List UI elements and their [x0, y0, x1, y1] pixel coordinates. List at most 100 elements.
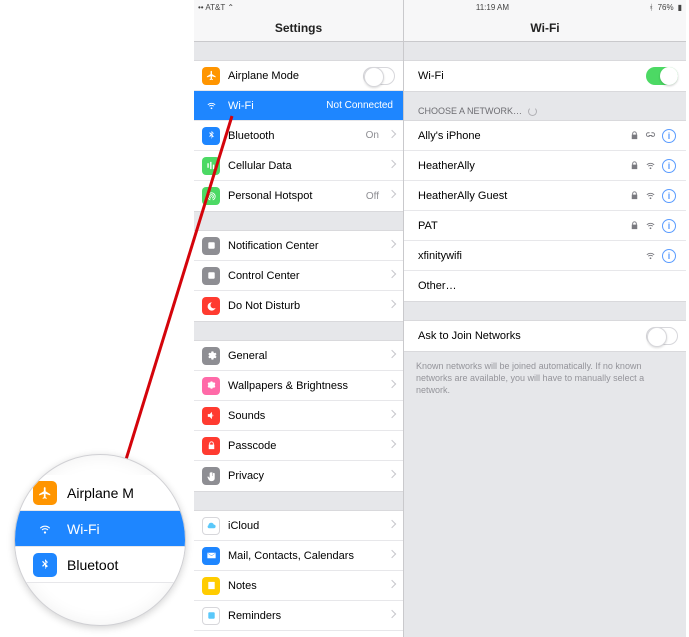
- wallpaper-icon: [202, 377, 220, 395]
- settings-row-privacy[interactable]: Privacy: [194, 461, 403, 491]
- row-label: Cellular Data: [228, 160, 381, 172]
- chevron-icon: [389, 551, 395, 561]
- choose-network-header: CHOOSE A NETWORK…: [404, 92, 686, 120]
- row-label: Mail, Contacts, Calendars: [228, 550, 381, 562]
- carrier-label: •• AT&T ⌃: [198, 3, 234, 12]
- settings-pane: •• AT&T ⌃ Settings Airplane Mode Wi-FiNot…: [194, 0, 404, 637]
- network-row[interactable]: PAT i: [404, 211, 686, 241]
- network-row[interactable]: HeatherAlly Guesti: [404, 181, 686, 211]
- row-label: Control Center: [228, 270, 381, 282]
- settings-row-do-not-disturb[interactable]: Do Not Disturb: [194, 291, 403, 321]
- wifi-signal-icon: [645, 250, 656, 261]
- settings-row-control-center[interactable]: Control Center: [194, 261, 403, 291]
- reminders-icon: [202, 607, 220, 625]
- chevron-icon: [389, 381, 395, 391]
- lock-icon: [629, 130, 640, 141]
- chevron-icon: [389, 521, 395, 531]
- row-label: Airplane Mode: [228, 70, 355, 82]
- row-label: Reminders: [228, 610, 381, 622]
- mail-icon: [202, 547, 220, 565]
- chevron-icon: [389, 581, 395, 591]
- row-detail: Not Connected: [326, 100, 393, 111]
- wifi-header: Wi-Fi: [404, 14, 686, 42]
- row-label: Notification Center: [228, 240, 381, 252]
- settings-row-mail-contacts-calendars[interactable]: Mail, Contacts, Calendars: [194, 541, 403, 571]
- toggle[interactable]: [363, 67, 395, 85]
- chevron-icon: [389, 271, 395, 281]
- icloud-icon: [202, 517, 220, 535]
- settings-row-messages[interactable]: Messages: [194, 631, 403, 637]
- sounds-icon: [202, 407, 220, 425]
- notification-icon: [202, 237, 220, 255]
- chevron-icon: [389, 301, 395, 311]
- wifi-icon: [33, 517, 57, 541]
- settings-row-sounds[interactable]: Sounds: [194, 401, 403, 431]
- chevron-icon: [389, 351, 395, 361]
- magnifier-row: Bluetoot: [15, 547, 185, 583]
- bluetooth-status-icon: ᚼ: [649, 3, 654, 12]
- airplane-icon: [33, 481, 57, 505]
- lock-icon: [629, 190, 640, 201]
- row-label: General: [228, 350, 381, 362]
- wifi-master-row[interactable]: Wi-Fi: [404, 61, 686, 91]
- ipad-frame: •• AT&T ⌃ Settings Airplane ModeWi-FiNot…: [194, 0, 686, 637]
- settings-row-icloud[interactable]: iCloud: [194, 511, 403, 541]
- settings-row-notes[interactable]: Notes: [194, 571, 403, 601]
- airplane-icon: [202, 67, 220, 85]
- row-label: Sounds: [228, 410, 381, 422]
- chevron-icon: [389, 241, 395, 251]
- chevron-icon: [389, 411, 395, 421]
- settings-row-airplane-mode[interactable]: Airplane Mode: [194, 61, 403, 91]
- network-row[interactable]: xfinitywifii: [404, 241, 686, 271]
- ask-to-join-row[interactable]: Ask to Join Networks: [404, 321, 686, 351]
- magnifier-row: Wi-Fi: [15, 511, 185, 547]
- settings-row-general[interactable]: General: [194, 341, 403, 371]
- settings-row-passcode[interactable]: Passcode: [194, 431, 403, 461]
- row-detail: On: [366, 130, 379, 141]
- notes-icon: [202, 577, 220, 595]
- magnifier-label: Bluetoot: [67, 557, 118, 573]
- hotspot-icon: [645, 130, 656, 141]
- wifi-scroll[interactable]: Wi-Fi CHOOSE A NETWORK… Ally's iPhoneiHe…: [404, 42, 686, 637]
- magnifier-label: Airplane M: [67, 485, 134, 501]
- network-list: Ally's iPhoneiHeatherAllyiHeatherAlly Gu…: [404, 120, 686, 302]
- info-icon[interactable]: i: [662, 219, 676, 233]
- network-row[interactable]: HeatherAllyi: [404, 151, 686, 181]
- row-label: iCloud: [228, 520, 381, 532]
- wifi-signal-icon: [645, 220, 656, 231]
- settings-row-cellular-data[interactable]: Cellular Data: [194, 151, 403, 181]
- wifi-signal-icon: [645, 190, 656, 201]
- info-icon[interactable]: i: [662, 189, 676, 203]
- status-bar-right: 11:19 AM ᚼ 76% ▮: [404, 0, 686, 14]
- ask-to-join-footer: Known networks will be joined automatica…: [404, 352, 686, 404]
- row-label: Passcode: [228, 440, 381, 452]
- settings-scroll[interactable]: Airplane Mode Wi-FiNot ConnectedBluetooth…: [194, 42, 403, 637]
- settings-header: Settings: [194, 14, 403, 42]
- settings-row-wallpapers-brightness[interactable]: Wallpapers & Brightness: [194, 371, 403, 401]
- other-network-row[interactable]: Other…: [404, 271, 686, 301]
- settings-row-notification-center[interactable]: Notification Center: [194, 231, 403, 261]
- wifi-title: Wi-Fi: [530, 21, 559, 35]
- info-icon[interactable]: i: [662, 249, 676, 263]
- dnd-icon: [202, 297, 220, 315]
- chevron-icon: [389, 191, 395, 201]
- network-name: PAT: [418, 220, 623, 232]
- control-center-icon: [202, 267, 220, 285]
- wifi-toggle[interactable]: [646, 67, 678, 85]
- spinner-icon: [528, 107, 537, 116]
- wifi-signal-icon: [645, 160, 656, 171]
- info-icon[interactable]: i: [662, 129, 676, 143]
- row-detail: Off: [366, 191, 379, 202]
- info-icon[interactable]: i: [662, 159, 676, 173]
- settings-row-personal-hotspot[interactable]: Personal HotspotOff: [194, 181, 403, 211]
- settings-row-bluetooth[interactable]: BluetoothOn: [194, 121, 403, 151]
- settings-row-wi-fi[interactable]: Wi-FiNot Connected: [194, 91, 403, 121]
- settings-row-reminders[interactable]: Reminders: [194, 601, 403, 631]
- status-bar-left: •• AT&T ⌃: [194, 0, 403, 14]
- ask-to-join-toggle[interactable]: [646, 327, 678, 345]
- bluetooth-icon: [202, 127, 220, 145]
- ask-to-join-label: Ask to Join Networks: [412, 330, 638, 342]
- chevron-icon: [389, 471, 395, 481]
- network-row[interactable]: Ally's iPhonei: [404, 121, 686, 151]
- row-label: Notes: [228, 580, 381, 592]
